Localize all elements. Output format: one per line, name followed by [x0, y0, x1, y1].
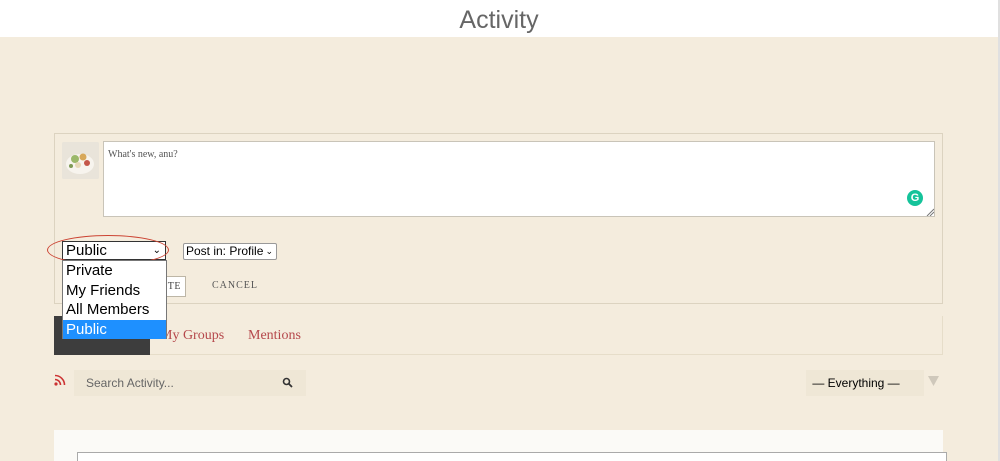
activity-item [77, 452, 947, 461]
tab-my-groups[interactable]: My Groups [160, 328, 224, 344]
rss-icon[interactable] [54, 374, 66, 386]
activity-filter-select[interactable]: — Everything — [806, 370, 924, 396]
privacy-dropdown-list: Private My Friends All Members Public [62, 260, 167, 339]
post-in-select[interactable]: Post in: Profile ⌄ [183, 243, 277, 260]
page-title: Activity [459, 6, 539, 34]
whats-new-textarea[interactable]: What's new, anu? [103, 141, 935, 217]
resize-icon[interactable] [926, 208, 934, 216]
post-in-value: Post in: Profile [186, 244, 264, 258]
dropdown-option-private[interactable]: Private [63, 261, 166, 281]
textarea-placeholder: What's new, anu? [108, 149, 178, 160]
dropdown-option-public[interactable]: Public [63, 319, 166, 339]
tab-mentions[interactable]: Mentions [248, 328, 301, 344]
avatar[interactable] [62, 142, 99, 179]
cancel-button[interactable]: CANCEL [212, 280, 258, 291]
dropdown-option-my-friends[interactable]: My Friends [63, 281, 166, 301]
filter-arrow-icon[interactable] [928, 376, 939, 386]
search-icon[interactable] [282, 377, 293, 388]
grammarly-icon[interactable]: G [907, 190, 923, 206]
chevron-down-icon: ⌄ [265, 246, 273, 256]
search-input[interactable]: Search Activity... [86, 376, 174, 390]
dropdown-option-all-members[interactable]: All Members [63, 300, 166, 320]
